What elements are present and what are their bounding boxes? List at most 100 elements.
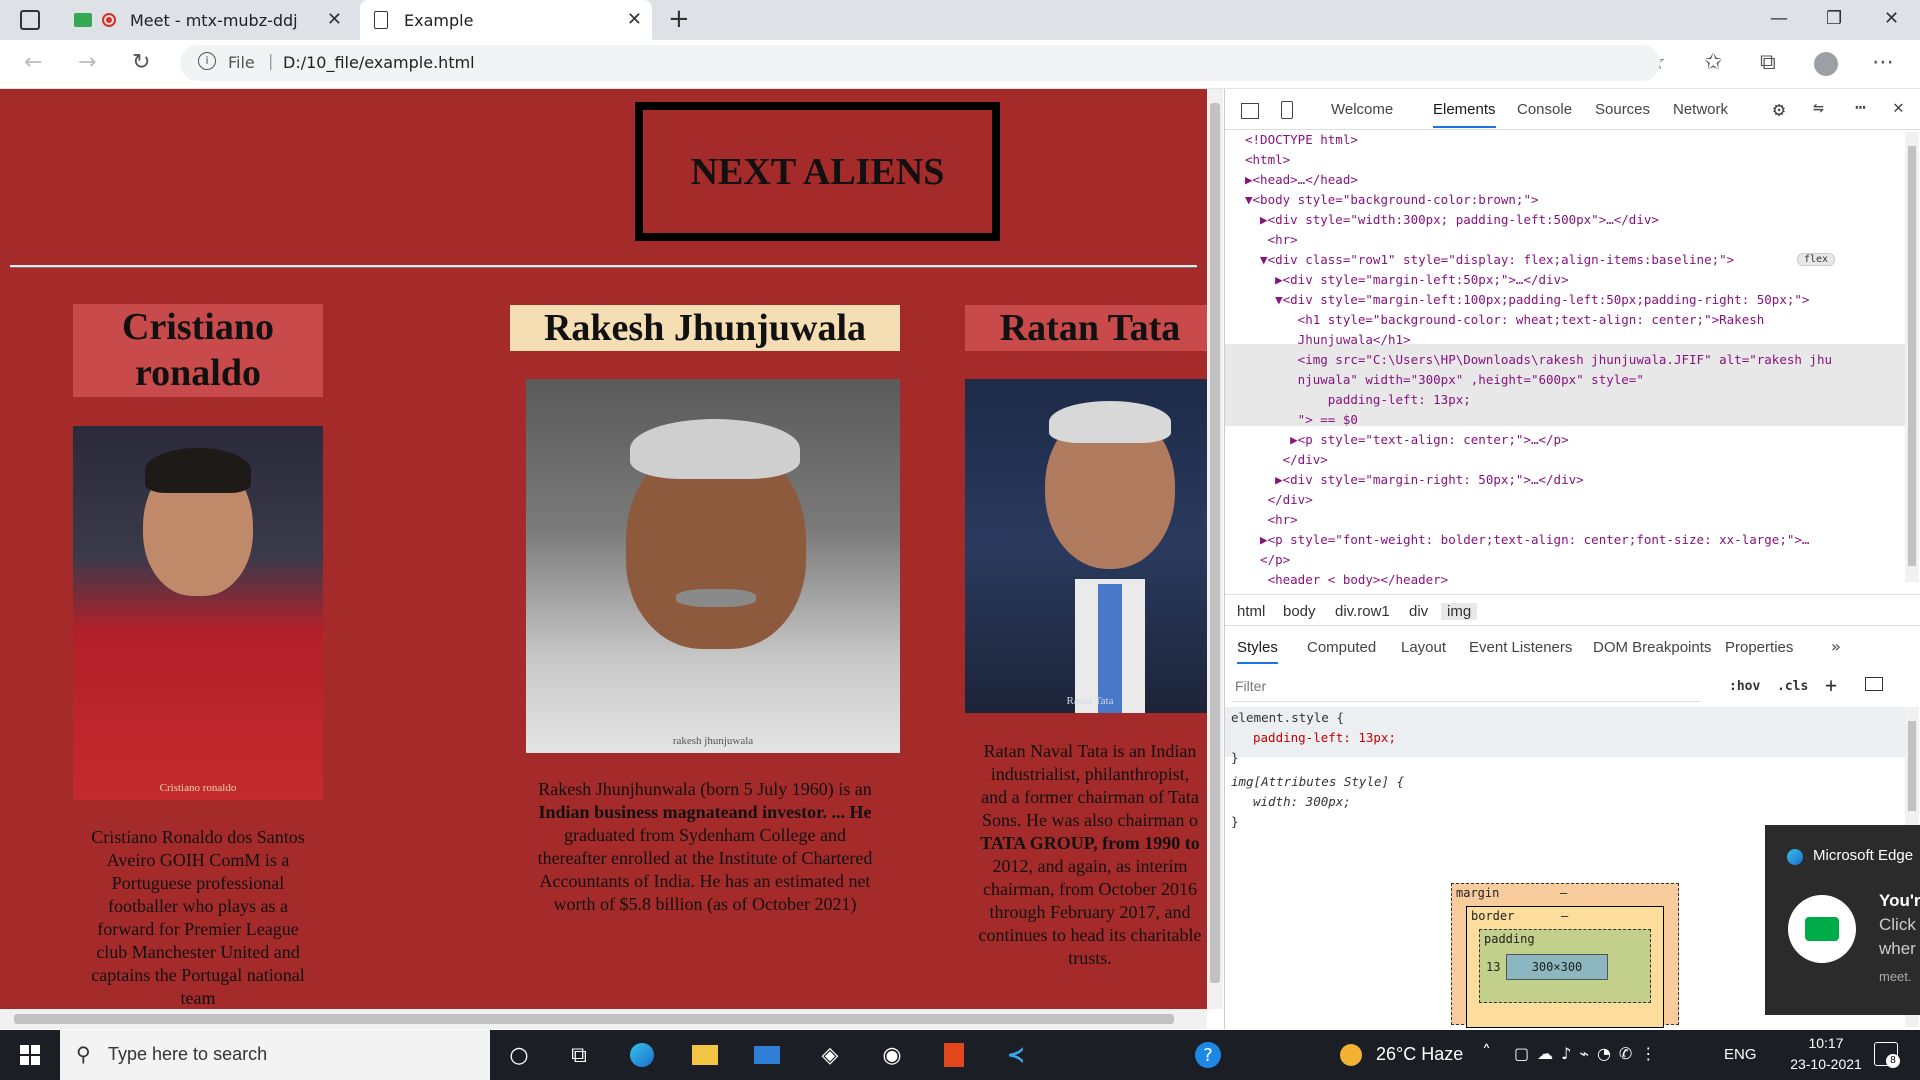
subtab-dom-breakpoints[interactable]: DOM Breakpoints <box>1593 639 1711 656</box>
subtab-computed[interactable]: Computed <box>1307 639 1376 656</box>
dom-scrollbar[interactable] <box>1905 132 1919 582</box>
style-property[interactable]: padding-left: 13px; <box>1253 730 1396 745</box>
dom-line[interactable]: ▼<div class="row1" style="display: flex;… <box>1245 252 1734 267</box>
tray-chevron-up-icon[interactable]: ˄ <box>1482 1042 1491 1063</box>
file-explorer-icon[interactable] <box>690 1040 720 1070</box>
search-placeholder: Type here to search <box>108 1044 268 1064</box>
back-icon[interactable]: ← <box>24 50 42 75</box>
chevron-more-icon[interactable]: » <box>1831 637 1841 656</box>
dom-line[interactable]: ▶<div style="margin-right: 50px;">…</div… <box>1245 472 1584 487</box>
mail-icon[interactable] <box>752 1040 782 1070</box>
style-selector[interactable]: img[Attributes Style] { <box>1231 774 1404 789</box>
dom-line[interactable]: ▶<div style="margin-left:50px;">…</div> <box>1245 272 1569 287</box>
weather-icon[interactable] <box>1340 1044 1362 1066</box>
more-icon[interactable]: ⋯ <box>1872 50 1894 75</box>
breadcrumb-item[interactable]: div.row1 <box>1335 603 1390 620</box>
clock-date[interactable]: 23-10-2021 <box>1786 1056 1866 1072</box>
task-view-icon[interactable]: ⧉ <box>564 1040 594 1070</box>
filter-placeholder: Filter <box>1235 678 1267 694</box>
address-bar[interactable]: i File | D:/10_file/example.html <box>180 45 1660 81</box>
dropbox-icon[interactable]: ◈ <box>815 1040 845 1070</box>
windows-start-icon[interactable] <box>20 1045 40 1065</box>
refresh-icon[interactable]: ↻ <box>132 50 150 75</box>
devtools-tab-network[interactable]: Network <box>1673 101 1728 118</box>
dom-line[interactable]: ▶<div style="width:300px; padding-left:5… <box>1245 212 1659 227</box>
github-icon[interactable]: ◉ <box>877 1040 907 1070</box>
cortana-icon[interactable]: ○ <box>504 1040 534 1070</box>
close-window-icon[interactable]: ✕ <box>1884 8 1899 29</box>
devtools-tab-elements[interactable]: Elements <box>1433 101 1496 128</box>
dom-line-selected[interactable]: <img src="C:\Users\HP\Downloads\rakesh j… <box>1245 352 1832 367</box>
language-indicator[interactable]: ENG <box>1724 1046 1757 1063</box>
hov-toggle[interactable]: :hov <box>1729 679 1760 694</box>
restore-icon[interactable]: ❐ <box>1826 8 1842 29</box>
new-tab-button[interactable]: + <box>668 4 690 34</box>
dom-line-selected[interactable]: njuwala" width="300px" ,height="600px" s… <box>1245 372 1644 387</box>
edge-taskbar-icon[interactable] <box>627 1040 657 1070</box>
tray-icons[interactable]: ▢☁♪⌁◔✆⋮ <box>1514 1044 1664 1063</box>
dom-line[interactable]: <hr> <box>1245 232 1298 247</box>
settings-gear-icon[interactable]: ⚙ <box>1773 97 1785 121</box>
office-icon[interactable] <box>939 1040 969 1070</box>
minimize-icon[interactable]: — <box>1770 8 1788 29</box>
toggle-sidebar-icon[interactable] <box>1865 677 1883 691</box>
dom-line[interactable]: <html> <box>1245 152 1290 167</box>
dom-line-selected[interactable]: padding-left: 13px; <box>1245 392 1471 407</box>
help-icon[interactable]: ? <box>1193 1040 1223 1070</box>
subtab-styles[interactable]: Styles <box>1237 639 1278 664</box>
dom-line[interactable]: ▶<head>…</head> <box>1245 172 1358 187</box>
dom-line[interactable]: <header < body></header> <box>1245 572 1449 587</box>
style-brace: } <box>1231 814 1239 829</box>
notification-toast[interactable]: Microsoft Edge You'r Click wher meet. <box>1765 825 1920 1015</box>
customize-icon[interactable]: ⇋ <box>1813 97 1824 118</box>
subtab-event-listeners[interactable]: Event Listeners <box>1469 639 1572 656</box>
dom-line[interactable]: Jhunjuwala</h1> <box>1245 332 1411 347</box>
search-icon: ⚲ <box>76 1042 91 1066</box>
taskbar-search-box[interactable]: ⚲ Type here to search <box>60 1030 490 1080</box>
tab-example[interactable]: Example ✕ <box>360 0 652 40</box>
dom-line[interactable]: <hr> <box>1245 512 1298 527</box>
clock-time[interactable]: 10:17 <box>1790 1035 1862 1051</box>
breadcrumb-item[interactable]: img <box>1441 603 1478 620</box>
more-options-icon[interactable]: ⋯ <box>1855 97 1866 118</box>
flex-badge[interactable]: flex <box>1797 253 1836 266</box>
favorites-icon[interactable]: ✩ <box>1704 50 1722 75</box>
forward-icon[interactable]: → <box>78 50 96 75</box>
dom-line[interactable]: <h1 style="background-color: wheat;text-… <box>1245 312 1765 327</box>
dom-line-selected[interactable]: "> == $0 <box>1245 412 1358 427</box>
vscode-icon[interactable]: ≺ <box>1001 1040 1031 1070</box>
close-devtools-icon[interactable]: ✕ <box>1893 97 1904 118</box>
dom-line[interactable]: <!DOCTYPE html> <box>1245 132 1358 147</box>
new-style-rule-icon[interactable]: + <box>1825 673 1837 697</box>
tab-meet[interactable]: Meet - mtx-mubz-ddj ✕ <box>62 0 352 40</box>
devtools-tab-welcome[interactable]: Welcome <box>1331 101 1393 118</box>
dom-line[interactable]: </div> <box>1245 492 1313 507</box>
cls-toggle[interactable]: .cls <box>1777 679 1808 694</box>
breadcrumb-item[interactable]: div <box>1409 603 1428 620</box>
dom-line[interactable]: ▼<body style="background-color:brown;"> <box>1245 192 1539 207</box>
profile-avatar[interactable] <box>1814 52 1838 76</box>
devtools-tab-console[interactable]: Console <box>1517 101 1572 118</box>
weather-text[interactable]: 26°C Haze <box>1376 1044 1463 1065</box>
close-tab-icon[interactable]: ✕ <box>327 9 342 30</box>
style-selector[interactable]: element.style { <box>1231 710 1344 725</box>
devtools-tab-sources[interactable]: Sources <box>1595 101 1650 118</box>
inspect-element-icon[interactable] <box>1241 103 1259 119</box>
horizontal-scrollbar[interactable] <box>0 1009 1207 1029</box>
dom-line[interactable]: </div> <box>1245 452 1328 467</box>
vertical-scrollbar[interactable] <box>1207 89 1223 1009</box>
subtab-properties[interactable]: Properties <box>1725 639 1793 656</box>
style-property[interactable]: width: 300px; <box>1253 794 1351 809</box>
dom-line[interactable]: ▶<p style="font-weight: bolder;text-alig… <box>1245 532 1809 547</box>
dom-line[interactable]: </p> <box>1245 552 1290 567</box>
dom-line[interactable]: ▶<p style="text-align: center;">…</p> <box>1245 432 1568 447</box>
tab-actions-icon[interactable] <box>20 10 40 30</box>
breadcrumb-item[interactable]: html <box>1237 603 1265 620</box>
breadcrumb-item[interactable]: body <box>1283 603 1316 620</box>
collections-icon[interactable]: ⧉ <box>1760 50 1776 75</box>
dom-line[interactable]: ▼<div style="margin-left:100px;padding-l… <box>1245 292 1809 307</box>
styles-filter-input[interactable]: Filter <box>1231 671 1701 702</box>
subtab-layout[interactable]: Layout <box>1401 639 1446 656</box>
device-emulation-icon[interactable] <box>1281 101 1293 119</box>
close-tab-icon[interactable]: ✕ <box>627 9 642 30</box>
